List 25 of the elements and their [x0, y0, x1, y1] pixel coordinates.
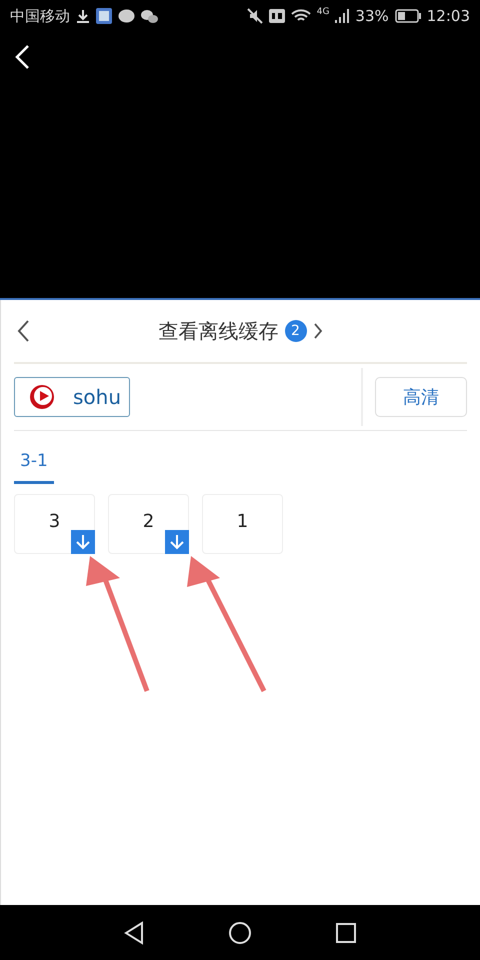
battery-percent: 33%: [355, 7, 389, 25]
panel-title: 查看离线缓存: [158, 318, 278, 344]
range-tab[interactable]: 3-1: [14, 447, 54, 484]
mute-icon: [246, 8, 263, 24]
signal-icon: [335, 9, 350, 23]
episode-button[interactable]: 2: [108, 494, 189, 554]
chat-icon: [141, 8, 158, 24]
episode-button[interactable]: 3: [14, 494, 95, 554]
clock-time: 12:03: [426, 7, 470, 25]
episode-button[interactable]: 1: [202, 494, 283, 554]
quality-button[interactable]: 高清: [375, 377, 467, 417]
network-type: 4G: [316, 7, 330, 17]
chevron-right-icon[interactable]: [312, 322, 322, 340]
source-button[interactable]: sohu: [14, 377, 130, 417]
recents-icon[interactable]: [335, 922, 357, 944]
back-nav-icon[interactable]: [123, 920, 145, 944]
home-icon[interactable]: [228, 920, 252, 944]
carrier-name: 中国移动: [10, 6, 70, 26]
battery-icon: [394, 9, 421, 23]
back-icon[interactable]: [16, 319, 30, 343]
play-logo-icon: [29, 384, 55, 410]
download-icon: [76, 9, 90, 23]
app-icon: [96, 8, 112, 24]
message-icon: [118, 8, 135, 24]
count-badge: 2: [284, 320, 306, 342]
